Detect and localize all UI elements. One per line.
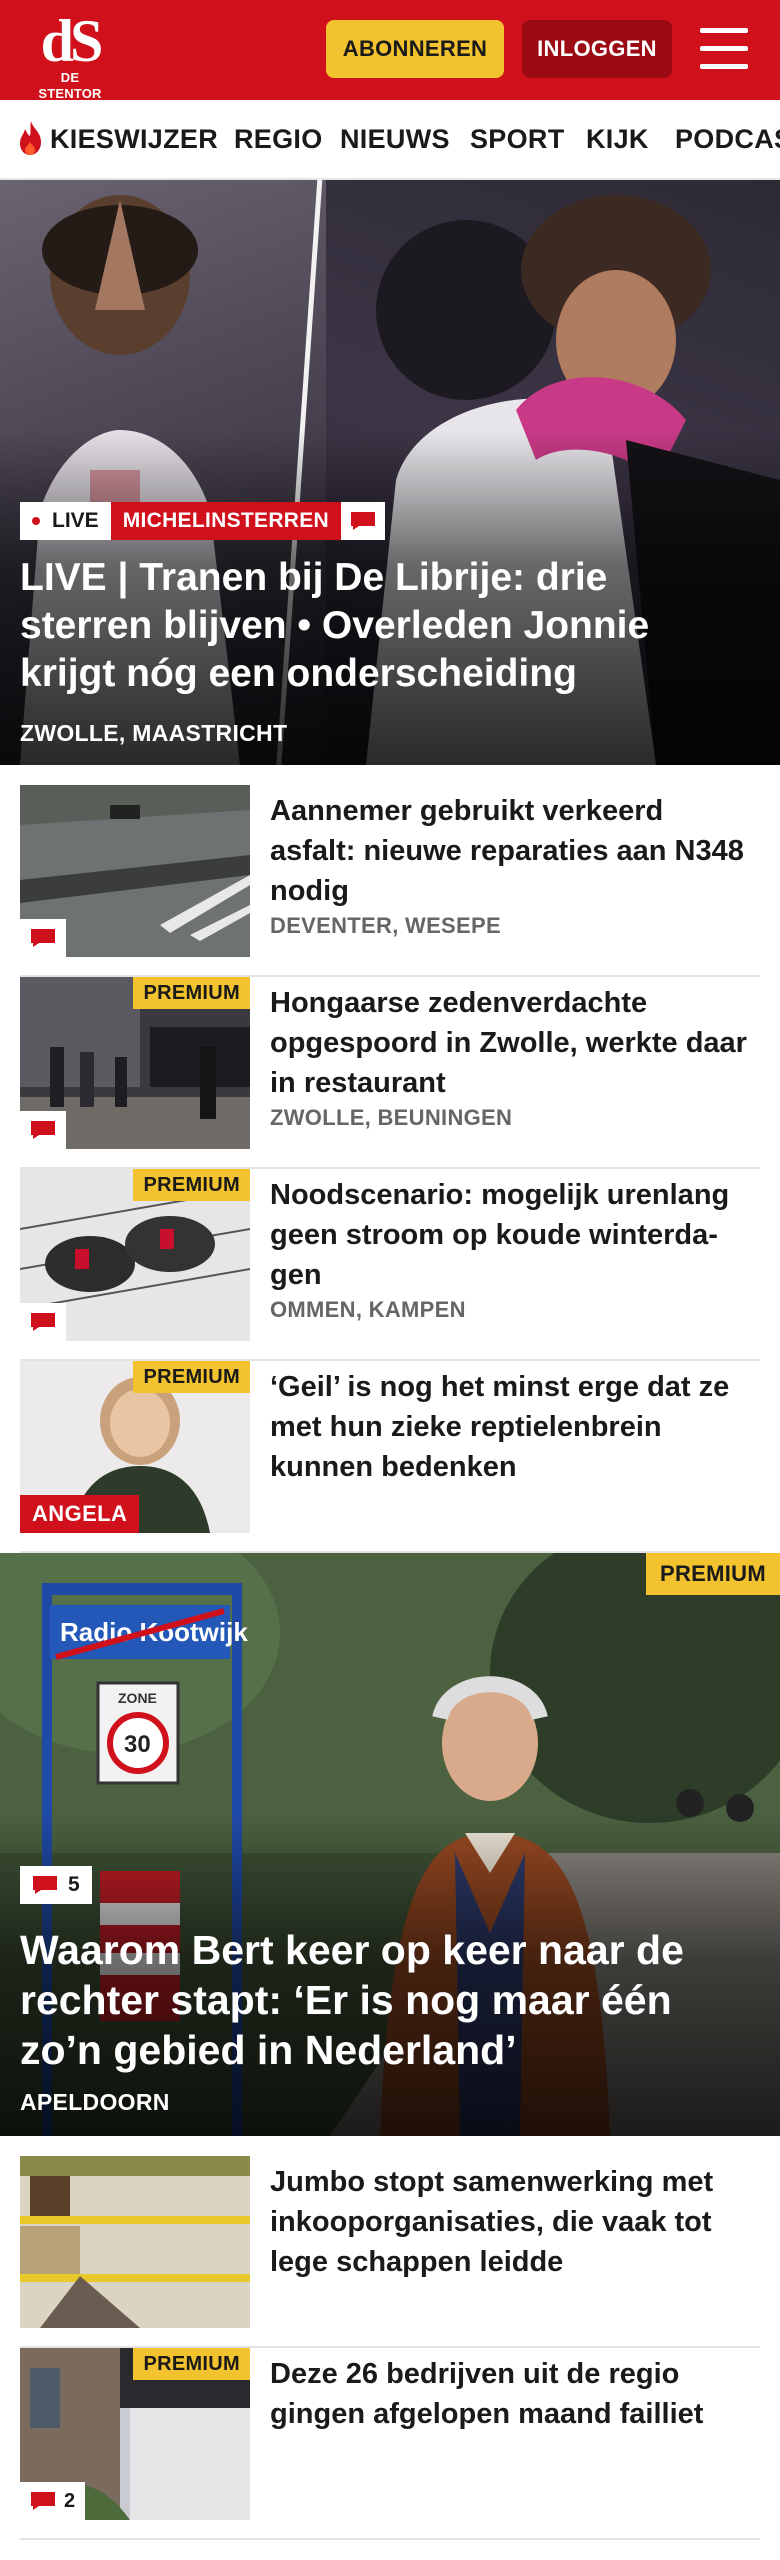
premium-badge: PREMIUM [133, 1169, 250, 1201]
nav-item-kieswijzer[interactable]: KIESWIJZER [50, 124, 218, 155]
feature-article[interactable]: Radio Kootwijk ZONE 30 PREMIUM 5 Waarom … [0, 1553, 780, 2136]
list-item[interactable]: Aannemer gebruikt verkeerd asfalt: nieuw… [20, 785, 760, 977]
hero-location: ZWOLLE, MAASTRICHT [20, 720, 288, 746]
logo-text: DE STENTOR [38, 70, 102, 101]
comment-badge [341, 502, 386, 540]
category-badge: MICHELINSTERREN [110, 502, 342, 540]
nav-item-kijk[interactable]: KIJK [586, 124, 649, 155]
login-button[interactable]: INLOGGEN [522, 20, 672, 78]
author-badge: ANGELA [20, 1495, 140, 1533]
hamburger-menu-icon[interactable] [696, 24, 752, 74]
article-thumbnail: PREMIUM [20, 1169, 250, 1341]
article-title[interactable]: Deze 26 bedrijven uit de regio gingen af… [270, 2354, 750, 2434]
section-nav: KIESWIJZER REGIO NIEUWS SPORT KIJK PODCA… [0, 100, 780, 180]
premium-badge: PREMIUM [133, 1361, 250, 1393]
article-title[interactable]: Aannemer gebruikt verkeerd asfalt: nieuw… [270, 791, 750, 911]
article-title[interactable]: ‘Geil’ is nog het minst erge dat ze met … [270, 1367, 750, 1487]
feature-location: APELDOORN [20, 2089, 170, 2115]
comment-icon [31, 929, 55, 947]
article-title[interactable]: Noodscenario: mogelijk urenlang geen str… [270, 1175, 750, 1295]
nav-item-regio[interactable]: REGIO [234, 124, 323, 155]
list-item[interactable]: PREMIUM ANGELA ‘Geil’ is nog het minst e… [20, 1361, 760, 1553]
comment-count: 5 [68, 1873, 80, 1896]
hero-tags: LIVE MICHELINSTERREN [20, 502, 386, 540]
article-thumbnail: PREMIUM 2 [20, 2348, 250, 2520]
feature-title[interactable]: Waarom Bert keer op keer naar de rechter… [20, 1925, 760, 2075]
list-item[interactable]: PREMIUM Hongaarse zedenverdachte opgespo… [20, 977, 760, 1169]
article-thumbnail [20, 2156, 250, 2328]
premium-badge: PREMIUM [133, 977, 250, 1009]
comment-badge: 2 [20, 2482, 86, 2520]
comment-badge [20, 1111, 66, 1149]
comment-icon [351, 512, 376, 530]
zone-text: ZONE [118, 1690, 157, 1706]
premium-badge: PREMIUM [646, 1553, 780, 1595]
article-title[interactable]: Jumbo stopt samenwerking met inkooporgan… [270, 2162, 750, 2282]
de-stentor-logo[interactable]: dS DE STENTOR [28, 8, 112, 101]
zone-speed: 30 [124, 1731, 151, 1758]
hero-title[interactable]: LIVE | Tranen bij De Librije: drie sterr… [20, 554, 740, 698]
list-item[interactable]: PREMIUM 2 Deze 26 bedrijven uit de regio… [20, 2348, 760, 2540]
article-thumbnail [20, 785, 250, 957]
hero-article[interactable]: LIVE MICHELINSTERREN LIVE | Tranen bij D… [0, 180, 780, 765]
comment-count: 2 [64, 2489, 76, 2512]
comment-badge: 5 [20, 1866, 92, 1904]
nav-item-podcast[interactable]: PODCAST [675, 124, 780, 155]
flame-icon [20, 121, 41, 155]
nav-item-nieuws[interactable]: NIEUWS [340, 124, 450, 155]
list-item[interactable]: PREMIUM Noodscenario: mogelijk urenlang … [20, 1169, 760, 1361]
comment-badge [20, 919, 66, 957]
live-dot-icon [32, 517, 40, 525]
top-header: dS DE STENTOR ABONNEREN INLOGGEN [0, 0, 780, 101]
premium-badge: PREMIUM [133, 2348, 250, 2380]
article-thumbnail: PREMIUM ANGELA [20, 1361, 250, 1533]
comment-badge [20, 1303, 66, 1341]
article-location: OMMEN, KAMPEN [270, 1297, 466, 1322]
subscribe-button[interactable]: ABONNEREN [326, 20, 504, 78]
list-item[interactable]: Jumbo stopt samenwerking met inkooporgan… [20, 2156, 760, 2348]
comment-icon [31, 2492, 55, 2510]
live-badge: LIVE [20, 502, 111, 540]
comment-icon [31, 1121, 55, 1139]
logo-mark: dS [40, 8, 104, 74]
article-location: DEVENTER, WESEPE [270, 913, 501, 938]
article-location: ZWOLLE, BEUNINGEN [270, 1105, 513, 1130]
article-title[interactable]: Hongaarse zedenverdachte opgespoord in Z… [270, 983, 750, 1103]
live-label: LIVE [52, 509, 99, 532]
comment-icon [33, 1876, 57, 1894]
nav-item-sport[interactable]: SPORT [470, 124, 565, 155]
comment-icon [31, 1313, 55, 1331]
article-thumbnail: PREMIUM [20, 977, 250, 1149]
